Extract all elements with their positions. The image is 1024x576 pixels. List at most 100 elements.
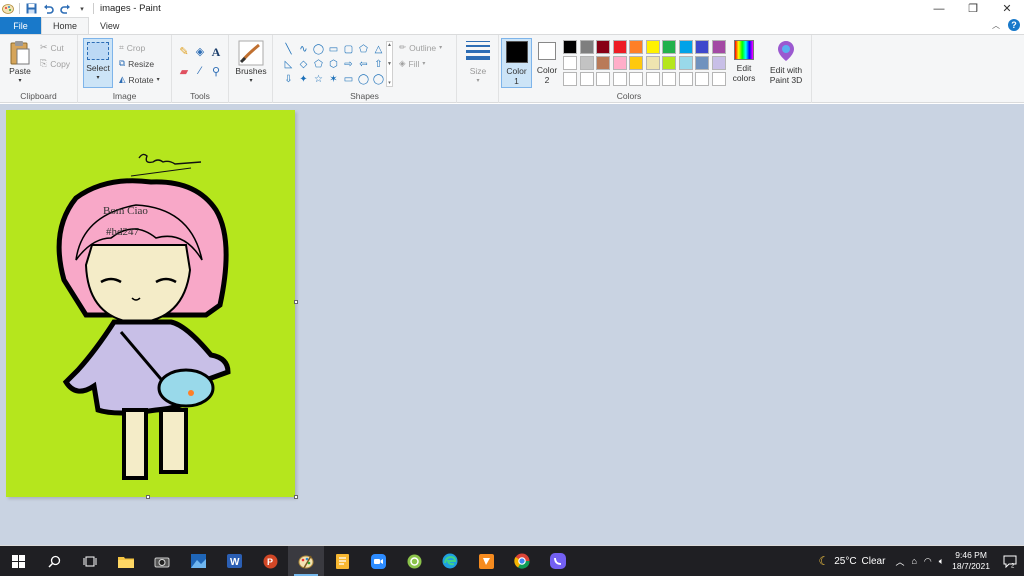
shape-option[interactable]: ◺ (281, 57, 296, 72)
undo-icon[interactable] (42, 3, 54, 15)
fill-icon[interactable]: ◈ (192, 45, 208, 65)
color-swatch[interactable] (629, 72, 643, 86)
tab-view[interactable]: View (89, 17, 130, 34)
notifications-icon[interactable]: 2 (1000, 551, 1020, 571)
clock[interactable]: 9:46 PM 18/7/2021 (952, 550, 990, 572)
shape-option[interactable]: ⇨ (341, 57, 356, 72)
help-icon[interactable]: ? (1008, 19, 1020, 31)
color-swatch[interactable] (678, 56, 693, 70)
color-swatch[interactable] (612, 40, 627, 54)
shape-option[interactable]: △ (371, 42, 386, 57)
shape-option[interactable]: ▭ (341, 72, 356, 87)
save-icon[interactable] (25, 3, 37, 15)
edit-with-paint3d-button[interactable]: Edit with Paint 3D (765, 40, 807, 85)
crop-button[interactable]: ⌗ Crop (119, 42, 145, 53)
color-swatch[interactable] (596, 40, 610, 54)
canvas-resize-handle-corner[interactable] (294, 495, 298, 499)
edge-icon[interactable] (432, 546, 468, 576)
shape-option[interactable]: ◯ (311, 42, 326, 57)
color-swatch[interactable] (711, 40, 726, 54)
color-swatch[interactable] (579, 56, 594, 70)
customize-toolbar-icon[interactable]: ▾ (76, 3, 88, 15)
resize-button[interactable]: ⧉ Resize (119, 58, 154, 69)
color-swatch[interactable] (695, 72, 709, 86)
weather-widget[interactable]: ☾ 25°C Clear (818, 554, 885, 568)
color-swatch[interactable] (563, 40, 577, 54)
notes-icon[interactable] (324, 546, 360, 576)
powerpoint-icon[interactable]: P (252, 546, 288, 576)
color-swatch[interactable] (662, 40, 676, 54)
outline-button[interactable]: ✏ Outline ▾ (399, 42, 442, 53)
color-swatch[interactable] (711, 72, 726, 86)
task-view-icon[interactable] (72, 546, 108, 576)
tab-file[interactable]: File (0, 17, 41, 34)
file-explorer-icon[interactable] (108, 546, 144, 576)
minimize-icon[interactable]: — (922, 0, 956, 17)
restore-icon[interactable]: ❐ (956, 0, 990, 17)
color-swatch[interactable] (645, 72, 660, 86)
color-swatch[interactable] (662, 72, 676, 86)
size-button[interactable]: Size ▾ (463, 41, 493, 86)
paste-dropdown-icon[interactable]: ▾ (18, 76, 21, 86)
copy-button[interactable]: ⎘ Copy (40, 58, 70, 69)
rotate-button[interactable]: ◭ Rotate ▾ (119, 74, 160, 85)
viber-icon[interactable] (540, 546, 576, 576)
shape-option[interactable]: ◯ (356, 72, 371, 87)
cut-button[interactable]: ✂ Cut (40, 42, 64, 53)
color-swatch[interactable] (629, 56, 643, 70)
canvas-resize-handle-bottom[interactable] (146, 495, 150, 499)
color-swatch[interactable] (563, 72, 577, 86)
network-icon[interactable]: ⌂ (911, 556, 916, 566)
chrome-icon[interactable] (504, 546, 540, 576)
paste-button[interactable]: Paste ▾ (6, 40, 34, 86)
shape-option[interactable]: ⇩ (281, 72, 296, 87)
shape-option[interactable]: ⬠ (311, 57, 326, 72)
app-icon[interactable] (396, 546, 432, 576)
color-picker-icon[interactable]: ⁄ (192, 65, 208, 85)
shape-option[interactable]: ╲ (281, 42, 296, 57)
shape-option[interactable]: ∿ (296, 42, 311, 57)
color-swatch[interactable] (596, 56, 610, 70)
color-swatch[interactable] (645, 56, 660, 70)
volume-icon[interactable]: 🔈︎ (939, 556, 944, 567)
paint-icon[interactable] (288, 546, 324, 576)
color-swatch[interactable] (695, 40, 709, 54)
select-dropdown-icon[interactable]: ▾ (96, 73, 99, 83)
photos-icon[interactable] (180, 546, 216, 576)
fill-button[interactable]: ◈ Fill ▾ (399, 58, 425, 69)
shapes-scrollbar[interactable]: ▲ ▼ ▾ (386, 41, 393, 87)
color-swatch[interactable] (662, 56, 676, 70)
word-icon[interactable]: W (216, 546, 252, 576)
color-swatch[interactable] (612, 56, 627, 70)
color2-button[interactable]: Color 2 (534, 40, 560, 85)
select-button[interactable]: Select ▾ (83, 38, 113, 88)
shape-option[interactable]: ▢ (341, 42, 356, 57)
color-swatch[interactable] (579, 40, 594, 54)
shape-option[interactable]: ⬠ (356, 42, 371, 57)
app-orange-icon[interactable] (468, 546, 504, 576)
shape-option[interactable]: ⬡ (326, 57, 341, 72)
brushes-button[interactable]: Brushes ▾ (234, 40, 268, 86)
color-swatch[interactable] (612, 72, 627, 86)
redo-icon[interactable] (59, 3, 71, 15)
close-icon[interactable]: ✕ (990, 0, 1024, 17)
text-icon[interactable]: A (208, 45, 224, 65)
color-swatch[interactable] (645, 40, 660, 54)
pencil-icon[interactable]: ✎ (176, 45, 192, 65)
color-swatch[interactable] (629, 40, 643, 54)
shape-option[interactable]: ✶ (326, 72, 341, 87)
color-swatch[interactable] (678, 40, 693, 54)
color1-button[interactable]: Color 1 (501, 38, 532, 88)
camera-icon[interactable] (144, 546, 180, 576)
color-swatch[interactable] (711, 56, 726, 70)
zoom-icon[interactable] (360, 546, 396, 576)
color-swatch[interactable] (678, 72, 693, 86)
shape-option[interactable]: ▭ (326, 42, 341, 57)
search-icon[interactable] (36, 546, 72, 576)
shape-option[interactable]: ✦ (296, 72, 311, 87)
shape-option[interactable]: ⇧ (371, 57, 386, 72)
edit-colors-button[interactable]: Edit colors (731, 40, 757, 83)
shape-option[interactable]: ☆ (311, 72, 326, 87)
drawing-canvas[interactable]: Bom Ciao #hd247 (6, 110, 295, 497)
shape-option[interactable]: ◯ (371, 72, 386, 87)
